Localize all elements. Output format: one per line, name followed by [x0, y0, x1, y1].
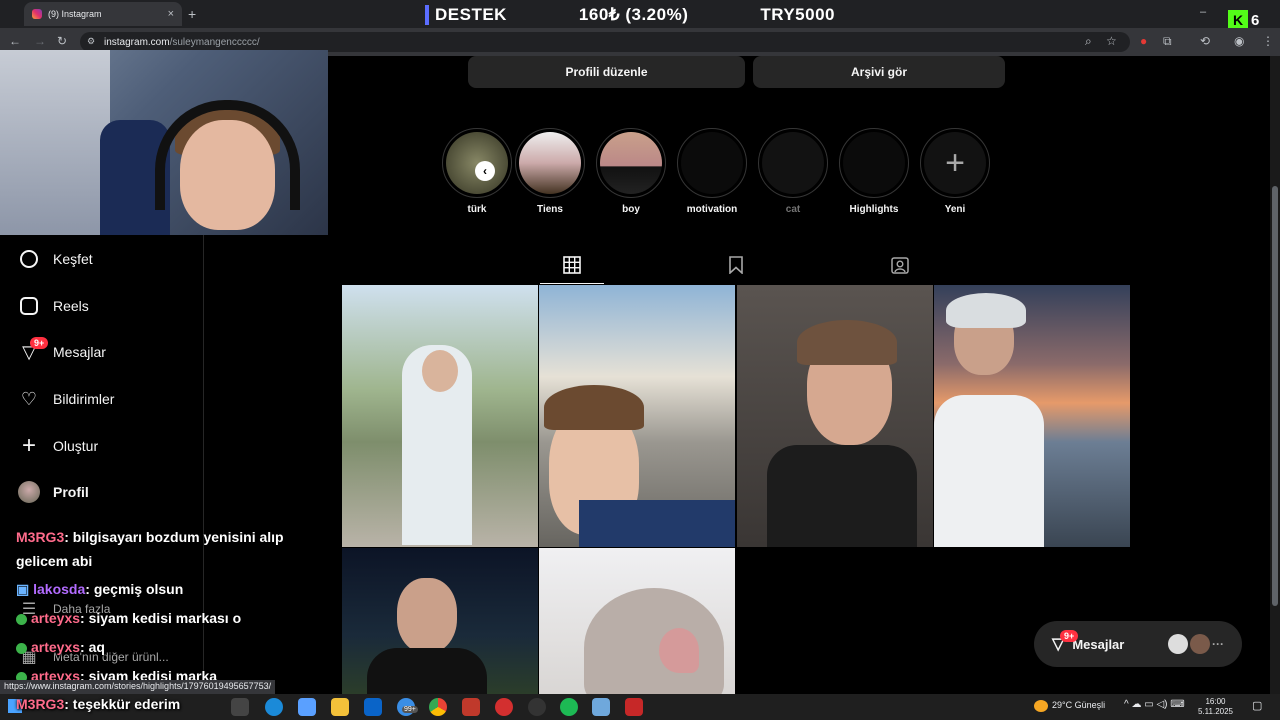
highlight-highlights[interactable]: Highlights: [838, 128, 910, 215]
profile-icon[interactable]: ◉: [1234, 34, 1244, 48]
chat-message: ▣ lakosda: geçmiş olsun: [16, 581, 184, 597]
avatar: [1168, 634, 1188, 654]
sidebar-item-profile[interactable]: Profil: [18, 481, 89, 503]
reels-icon: [18, 295, 40, 317]
sidebar-item-notifications[interactable]: ♡ Bildirimler: [18, 388, 115, 410]
scrollbar[interactable]: [1270, 56, 1280, 694]
post-5[interactable]: [342, 548, 538, 694]
highlight-motivation[interactable]: motivation: [676, 128, 748, 215]
highlight-cat[interactable]: cat: [757, 128, 829, 215]
spotify-icon[interactable]: [560, 698, 578, 716]
notifications-icon[interactable]: ▢: [1252, 699, 1262, 712]
task-view-icon[interactable]: [231, 698, 249, 716]
history-icon[interactable]: ⟲: [1200, 34, 1210, 48]
file-explorer-icon[interactable]: [331, 698, 349, 716]
weather-icon: [1034, 700, 1048, 712]
sidebar-item-reels[interactable]: Reels: [18, 295, 89, 317]
avatar: [1190, 634, 1210, 654]
streamer-webcam: [0, 50, 328, 235]
zoom-icon[interactable]: ⌕: [1085, 34, 1092, 49]
chat-message: arteyxs: aq: [16, 639, 105, 655]
app-icon[interactable]: [592, 698, 610, 716]
saved-bookmark-icon[interactable]: [727, 256, 745, 274]
chat-message: arteyxs: siyam kedisi markası o: [16, 610, 241, 626]
goal-label: DESTEK: [425, 5, 507, 25]
plus-icon: +: [21, 432, 36, 459]
app-icon[interactable]: [495, 698, 513, 716]
chat-message: M3RG3: bilgisayarı bozdum yenisini alıp: [16, 529, 284, 545]
app-icon[interactable]: [528, 698, 546, 716]
url-host: instagram.com: [104, 36, 170, 48]
forward-icon[interactable]: →: [34, 34, 46, 48]
kick-logo-icon: K: [1228, 10, 1248, 30]
reload-icon[interactable]: ↻: [57, 34, 67, 48]
edit-profile-button[interactable]: Profili düzenle: [468, 56, 745, 88]
tray-icons[interactable]: ^ ☁ ▭ ◁) ⌨: [1124, 699, 1185, 710]
bookmark-star-icon[interactable]: ☆: [1106, 34, 1117, 48]
highlight-boy[interactable]: boy: [595, 128, 667, 215]
post-2[interactable]: [539, 285, 735, 547]
donation-goal-overlay: DESTEK 160₺ (3.20%) TRY5000: [425, 4, 835, 26]
post-1[interactable]: [342, 285, 538, 547]
sidebar-item-create[interactable]: + Oluştur: [18, 432, 98, 459]
close-tab-icon[interactable]: ×: [168, 8, 174, 20]
back-icon[interactable]: ←: [9, 34, 21, 48]
extension-icon[interactable]: ●: [1140, 34, 1147, 48]
highlights-prev-button[interactable]: ‹: [475, 161, 495, 181]
more-icon: ···: [1212, 637, 1224, 651]
highlight-new[interactable]: + Yeni: [919, 128, 991, 215]
messages-pill-badge: 9+: [1060, 630, 1079, 642]
edge-icon[interactable]: [265, 698, 283, 716]
minimize-button[interactable]: –: [1200, 6, 1206, 18]
menu-icon[interactable]: ⋮: [1262, 34, 1274, 48]
url-bar[interactable]: instagram.com/suleymangenccccc/: [80, 32, 1130, 52]
goal-amount: 160₺ (3.20%): [578, 5, 689, 24]
grid-icon[interactable]: [563, 256, 581, 274]
messages-pill[interactable]: ▽ 9+ Mesajlar ···: [1034, 621, 1242, 667]
goal-target: TRY5000: [760, 5, 835, 24]
plus-icon: +: [924, 132, 986, 194]
chat-message: M3RG3: teşekkür ederim: [16, 696, 181, 712]
new-tab-button[interactable]: +: [188, 6, 196, 22]
sidebar-item-explore[interactable]: Keşfet: [18, 248, 93, 270]
chat-message: gelicem abi: [16, 553, 93, 569]
heart-icon: ♡: [20, 388, 38, 409]
post-3[interactable]: [737, 285, 933, 547]
weather-text[interactable]: 29°C Güneşli: [1052, 700, 1105, 710]
taskbar-badge: 99+: [402, 706, 418, 713]
post-6[interactable]: [539, 548, 735, 694]
app-icon[interactable]: [462, 698, 480, 716]
browser-tab[interactable]: (9) Instagram ×: [24, 2, 182, 26]
messages-badge: 9+: [30, 337, 49, 349]
post-4[interactable]: [934, 285, 1130, 547]
active-tab-indicator: [540, 283, 604, 284]
viewer-count: 6: [1251, 12, 1260, 29]
tagged-icon[interactable]: [891, 256, 909, 274]
site-info-icon[interactable]: ⚙: [87, 36, 95, 47]
compass-icon: [18, 248, 40, 270]
instagram-icon: [32, 9, 42, 19]
highlight-tiens[interactable]: Tiens: [514, 128, 586, 215]
messages-pill-label: Mesajlar: [1072, 636, 1125, 652]
app-icon[interactable]: [625, 698, 643, 716]
url-path: /suleymangenccccc/: [169, 36, 260, 48]
tab-title: (9) Instagram: [48, 9, 102, 19]
avatar: [18, 481, 40, 503]
outlook-icon[interactable]: [364, 698, 382, 716]
view-archive-button[interactable]: Arşivi gör: [753, 56, 1005, 88]
clock[interactable]: 16:00 5.11.2025: [1198, 697, 1233, 717]
copilot-icon[interactable]: [298, 698, 316, 716]
extensions-puzzle-icon[interactable]: ⧉: [1163, 34, 1172, 49]
status-url: https://www.instagram.com/stories/highli…: [0, 680, 276, 694]
chrome-icon[interactable]: [429, 698, 447, 716]
